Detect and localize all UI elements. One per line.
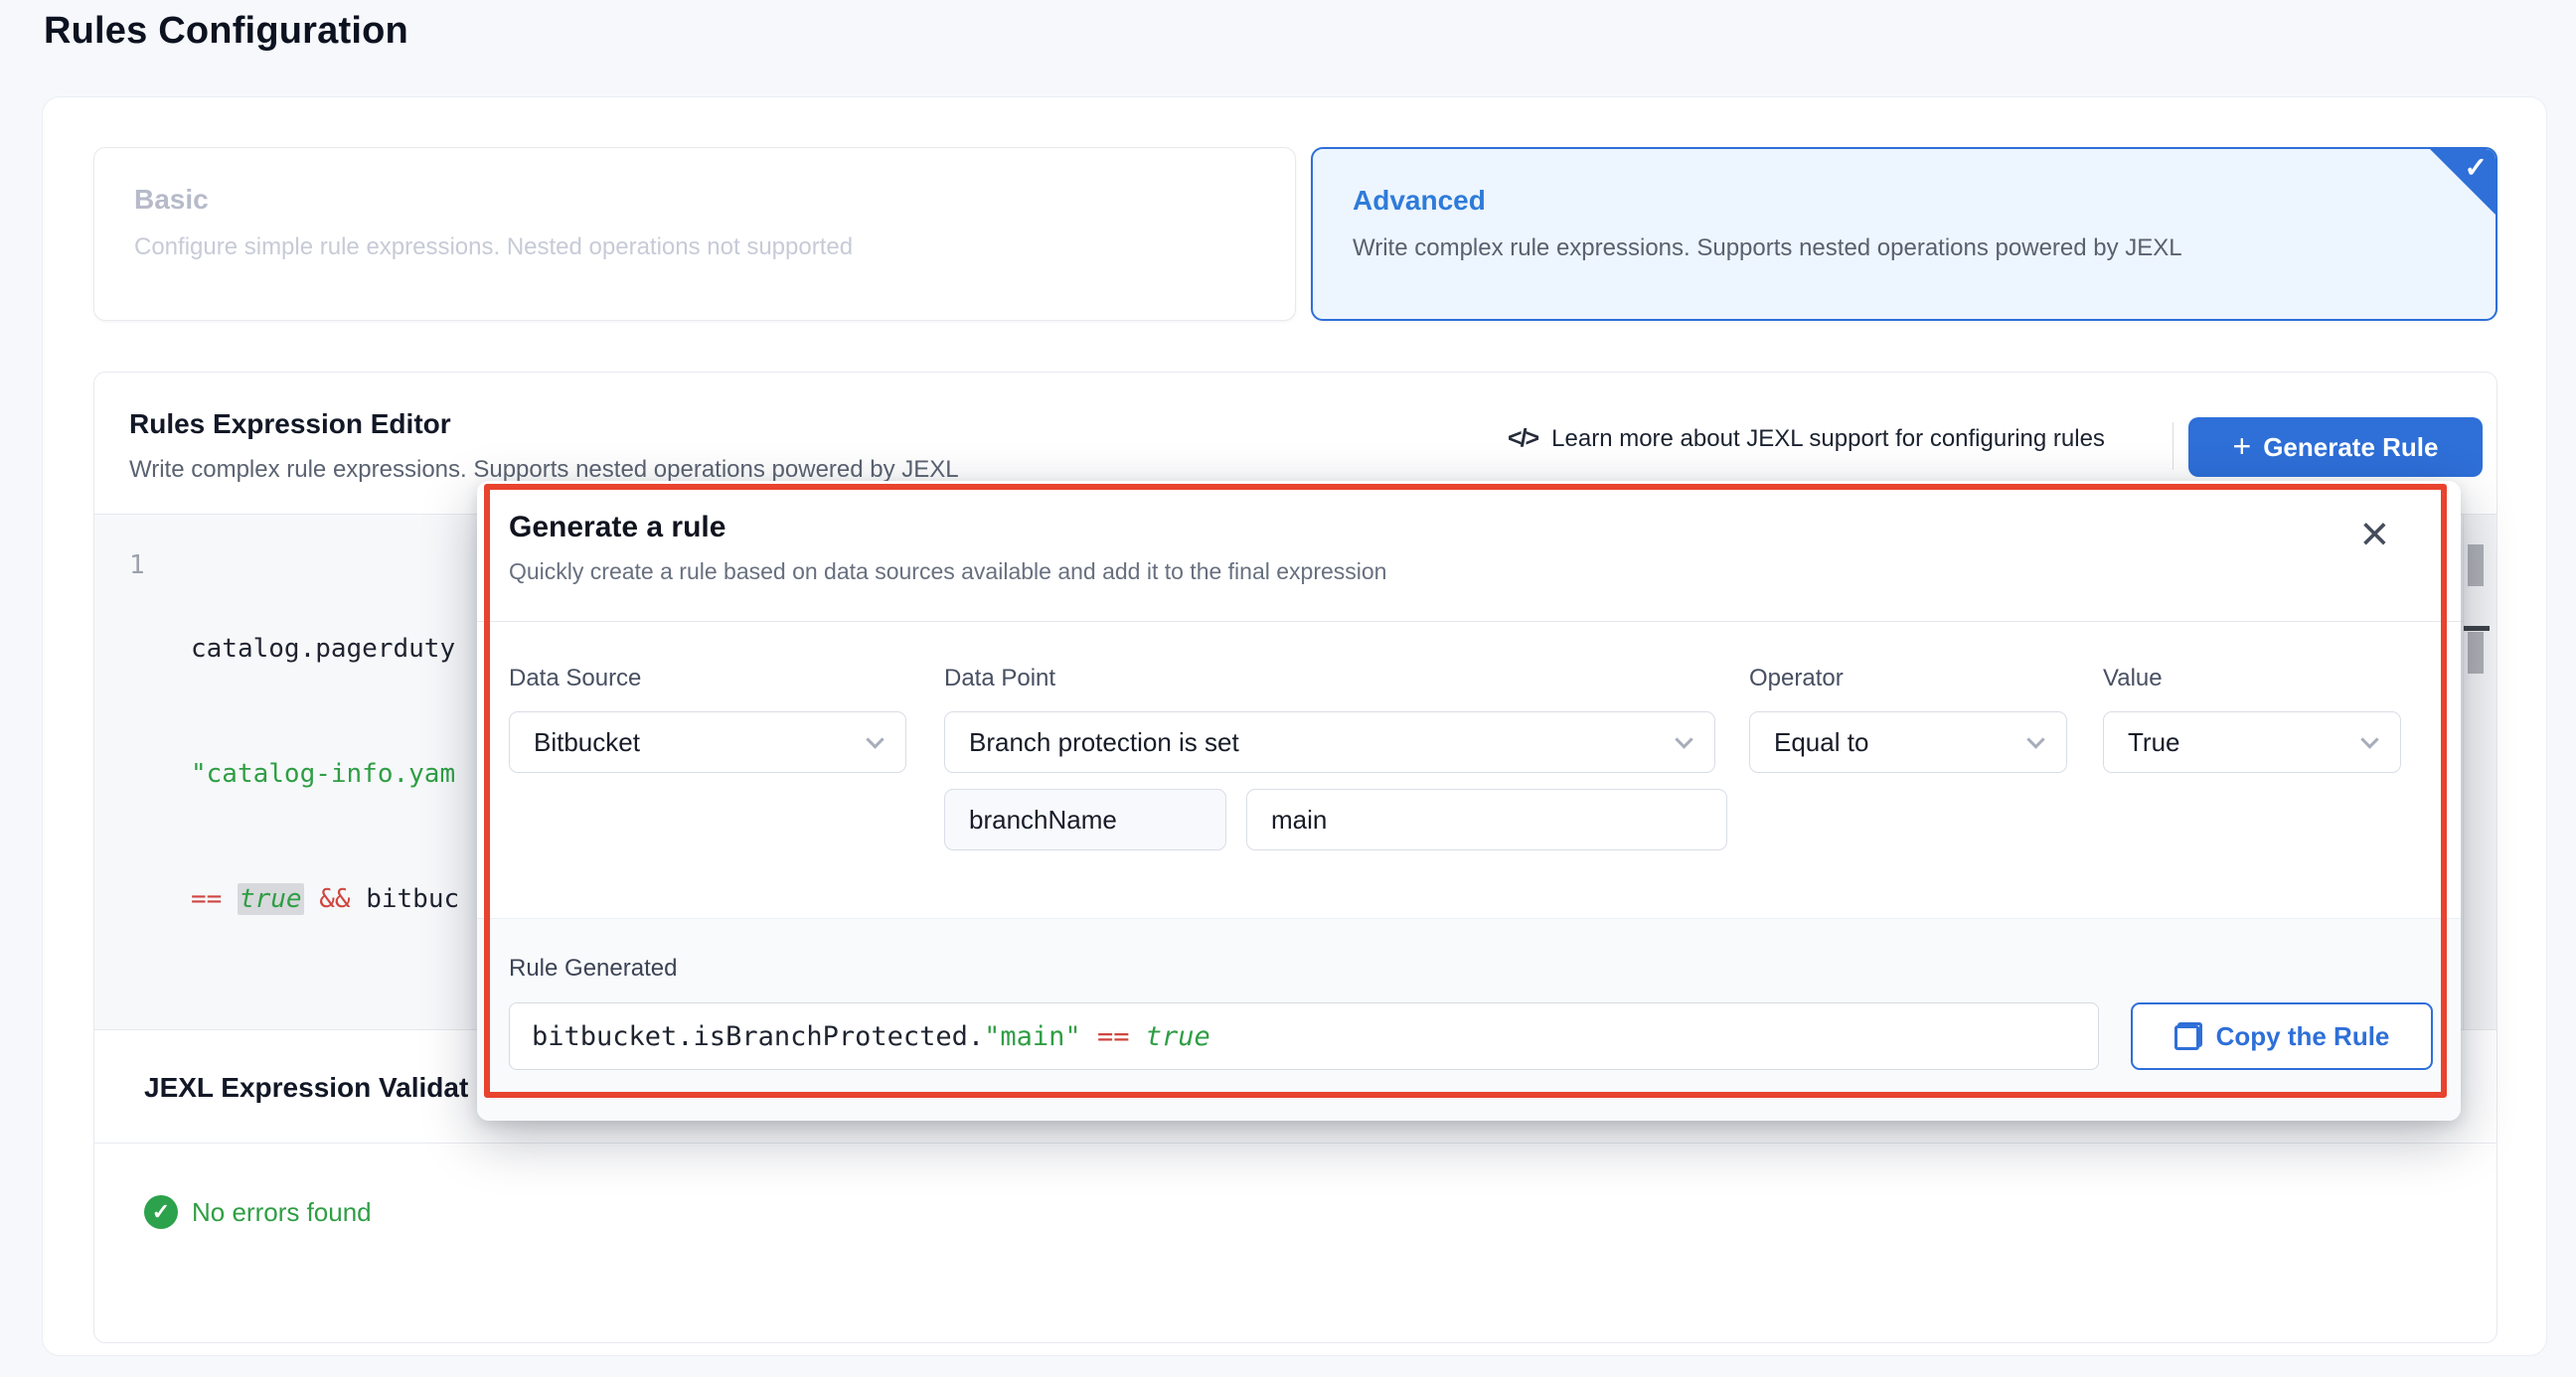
validator-divider — [94, 1143, 2496, 1144]
copy-rule-label: Copy the Rule — [2216, 1021, 2390, 1052]
chevron-down-icon — [866, 730, 884, 748]
code-brackets-icon: </> — [1508, 424, 1537, 453]
data-point-value: Branch protection is set — [969, 727, 1239, 758]
modal-subtitle: Quickly create a rule based on data sour… — [509, 558, 1386, 585]
tab-advanced-title: Advanced — [1353, 185, 2456, 217]
chevron-down-icon — [2360, 730, 2378, 748]
chevron-down-icon — [1675, 730, 1692, 748]
operator-label: Operator — [1749, 665, 1844, 692]
data-point-select[interactable]: Branch protection is set — [944, 711, 1715, 773]
tab-advanced[interactable]: Advanced Write complex rule expressions.… — [1311, 147, 2497, 321]
jexl-link-label: Learn more about JEXL support for config… — [1551, 425, 2105, 453]
scrollbar-thumb[interactable] — [2468, 632, 2484, 674]
branch-name-value-field[interactable] — [1246, 789, 1727, 850]
success-check-icon: ✓ — [144, 1195, 178, 1229]
validation-status-text: No errors found — [192, 1197, 372, 1228]
rule-generated-label: Rule Generated — [509, 955, 677, 983]
header-divider — [2173, 422, 2174, 470]
modal-title: Generate a rule — [509, 511, 725, 544]
chevron-down-icon — [2026, 730, 2044, 748]
operator-value: Equal to — [1774, 727, 1868, 758]
data-source-label: Data Source — [509, 665, 641, 692]
value-value: True — [2128, 727, 2180, 758]
modal-header-divider — [477, 621, 2461, 622]
tab-basic-title: Basic — [134, 184, 1255, 216]
close-icon[interactable]: × — [2360, 509, 2389, 558]
value-select[interactable]: True — [2103, 711, 2401, 773]
validation-status: ✓ No errors found — [144, 1195, 372, 1229]
data-source-value: Bitbucket — [534, 727, 640, 758]
validator-title: JEXL Expression Validat — [144, 1072, 468, 1104]
editor-scrollbar — [2463, 515, 2496, 1029]
copy-rule-button[interactable]: Copy the Rule — [2131, 1002, 2433, 1070]
editor-subtitle: Write complex rule expressions. Supports… — [129, 456, 959, 484]
operator-select[interactable]: Equal to — [1749, 711, 2067, 773]
generate-rule-modal: Generate a rule Quickly create a rule ba… — [477, 481, 2461, 1121]
value-label: Value — [2103, 665, 2163, 692]
jexl-learn-more-link[interactable]: </> Learn more about JEXL support for co… — [1508, 424, 2105, 453]
page-title: Rules Configuration — [44, 10, 408, 53]
copy-icon — [2174, 1022, 2202, 1050]
generate-rule-button[interactable]: + Generate Rule — [2188, 417, 2483, 477]
rules-configuration-page: Rules Configuration Basic Configure simp… — [0, 0, 2576, 1377]
tab-advanced-description: Write complex rule expressions. Supports… — [1353, 234, 2456, 262]
scrollbar-thumb[interactable] — [2468, 544, 2484, 586]
editor-title: Rules Expression Editor — [129, 408, 451, 440]
scrollbar-marker — [2464, 626, 2490, 631]
branch-name-key-field[interactable] — [944, 789, 1226, 850]
data-point-label: Data Point — [944, 665, 1055, 692]
generated-rule-output: bitbucket.isBranchProtected."main" == tr… — [509, 1002, 2099, 1070]
tab-basic-description: Configure simple rule expressions. Neste… — [134, 233, 1255, 261]
data-source-select[interactable]: Bitbucket — [509, 711, 906, 773]
check-icon: ✓ — [2465, 151, 2488, 184]
modal-footer: Rule Generated bitbucket.isBranchProtect… — [477, 918, 2461, 1121]
tab-basic[interactable]: Basic Configure simple rule expressions.… — [93, 147, 1296, 321]
generate-rule-label: Generate Rule — [2263, 432, 2438, 463]
plus-icon: + — [2233, 430, 2252, 462]
